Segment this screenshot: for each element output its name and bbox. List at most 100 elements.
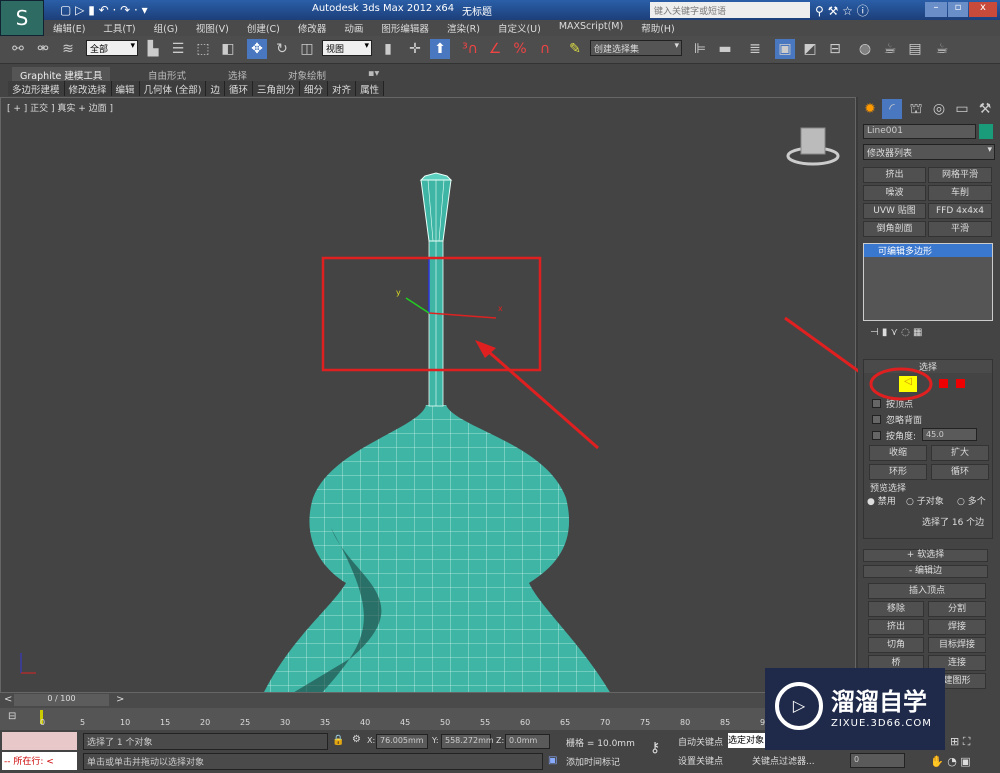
preview-disabled-radio[interactable]: ● 禁用: [867, 494, 896, 507]
align-icon[interactable]: ▬: [715, 39, 735, 59]
element-mode-icon[interactable]: [956, 379, 965, 388]
menu-modifiers[interactable]: 修改器: [289, 20, 336, 36]
mod-extrude-button[interactable]: 挤出: [863, 167, 926, 183]
hierarchy-tab-icon[interactable]: ⛫: [906, 99, 926, 119]
select-by-name-icon[interactable]: ☰: [168, 39, 188, 59]
subtab-properties[interactable]: 属性: [356, 81, 385, 96]
y-coord[interactable]: 558.272mm: [441, 734, 494, 749]
front-viewport[interactable]: [ + ] 正交 ] 真实 + 边面 ] y x: [0, 97, 856, 693]
link-icon[interactable]: ⚯: [8, 39, 28, 59]
keyboard-shortcut-icon[interactable]: ⬆: [430, 39, 450, 59]
search-input[interactable]: 键入关键字或短语: [650, 2, 810, 18]
tab-graphite[interactable]: Graphite 建模工具: [12, 67, 111, 82]
next-frame-icon[interactable]: >: [116, 694, 124, 705]
subtab-align[interactable]: 对齐: [328, 81, 357, 96]
mod-meshsmooth-button[interactable]: 网格平滑: [928, 167, 992, 183]
extrude-button[interactable]: 挤出: [868, 619, 924, 635]
spinner-snap-icon[interactable]: ∩: [535, 39, 555, 59]
menu-maxscript[interactable]: MAXScript(M): [550, 20, 632, 36]
display-tab-icon[interactable]: ▭: [952, 99, 972, 119]
tab-selection[interactable]: 选择: [220, 67, 255, 82]
stack-tools-icons[interactable]: ⊣ ▮ ⋎ ◌ ▦: [870, 327, 922, 338]
menu-tools[interactable]: 工具(T): [94, 20, 144, 36]
mod-bevel-profile-button[interactable]: 倒角剖面: [863, 221, 926, 237]
prev-frame-icon[interactable]: <: [4, 694, 12, 705]
unlink-icon[interactable]: ⚮: [33, 39, 53, 59]
motion-tab-icon[interactable]: ◎: [929, 99, 949, 119]
absolute-mode-icon[interactable]: ⚙: [352, 734, 361, 745]
rendered-frame-icon[interactable]: ▤: [905, 39, 925, 59]
schematic-view-icon[interactable]: ⊟: [825, 39, 845, 59]
snap-toggle-icon[interactable]: ³∩: [460, 39, 480, 59]
menu-graph-editors[interactable]: 图形编辑器: [372, 20, 438, 36]
soft-selection-rollout[interactable]: + 软选择: [863, 549, 988, 562]
quick-access-icons[interactable]: ▢ ▷ ▮ ↶ · ↷ · ▾: [60, 3, 148, 17]
target-weld-button[interactable]: 目标焊接: [928, 637, 986, 653]
material-editor-icon[interactable]: ◍: [855, 39, 875, 59]
modifier-list-dropdown[interactable]: 修改器列表: [863, 144, 995, 160]
named-selection-dropdown[interactable]: 创建选择集: [590, 40, 682, 56]
ref-coord-dropdown[interactable]: 视图: [322, 40, 372, 56]
add-time-tag[interactable]: 添加时间标记: [566, 755, 620, 768]
help-tools-icons[interactable]: ⚲ ⚒ ☆ ⓘ: [815, 2, 869, 19]
menu-rendering[interactable]: 渲染(R): [438, 20, 489, 36]
pivot-icon[interactable]: ▮: [378, 39, 398, 59]
menu-edit[interactable]: 编辑(E): [44, 20, 94, 36]
loop-button[interactable]: 循环: [931, 464, 989, 480]
menu-customize[interactable]: 自定义(U): [489, 20, 550, 36]
ring-button[interactable]: 环形: [869, 464, 927, 480]
by-angle-checkbox[interactable]: [872, 431, 881, 440]
bind-space-warp-icon[interactable]: ≋: [58, 39, 78, 59]
edit-edges-rollout[interactable]: - 编辑边: [863, 565, 988, 578]
curve-editor-icon[interactable]: ◩: [800, 39, 820, 59]
set-key-icon[interactable]: ⚷: [650, 740, 660, 756]
x-coord[interactable]: 76.005mm: [376, 734, 428, 749]
script-line[interactable]: -- 所在行: <: [2, 752, 77, 770]
rotate-icon[interactable]: ↻: [272, 39, 292, 59]
weld-button[interactable]: 焊接: [928, 619, 986, 635]
mini-curve-icon[interactable]: ⊟: [8, 711, 16, 722]
mod-ffd-button[interactable]: FFD 4x4x4: [928, 203, 992, 219]
time-slider-thumb[interactable]: 0 / 100: [14, 694, 109, 706]
preview-multi-radio[interactable]: ○ 多个: [957, 494, 986, 507]
create-tab-icon[interactable]: ✹: [860, 99, 880, 119]
move-icon[interactable]: ✥: [247, 39, 267, 59]
subtab-tris[interactable]: 三角剖分: [253, 81, 301, 96]
maxscript-listener[interactable]: [2, 732, 77, 750]
split-button[interactable]: 分割: [928, 601, 986, 617]
window-crossing-icon[interactable]: ◧: [218, 39, 238, 59]
mirror-icon[interactable]: ⊫: [690, 39, 710, 59]
close-button[interactable]: x: [969, 2, 997, 17]
select-object-icon[interactable]: ▙: [143, 39, 163, 59]
lock-icon[interactable]: 🔒: [332, 735, 344, 746]
time-slider[interactable]: < 0 / 100 >: [0, 693, 856, 708]
subtab-loops[interactable]: 循环: [225, 81, 254, 96]
render-icon[interactable]: ☕: [932, 39, 952, 59]
preview-subobject-radio[interactable]: ○ 子对象: [906, 494, 944, 507]
shrink-button[interactable]: 收缩: [869, 445, 927, 461]
current-frame-input[interactable]: 0: [850, 753, 905, 768]
subtab-subdivision[interactable]: 细分: [300, 81, 329, 96]
graphite-toggle-icon[interactable]: ▣: [775, 39, 795, 59]
maximize-button[interactable]: ▫: [948, 2, 968, 17]
utilities-tab-icon[interactable]: ⚒: [975, 99, 995, 119]
layer-manager-icon[interactable]: ≣: [745, 39, 765, 59]
mod-uvw-button[interactable]: UVW 贴图: [863, 203, 926, 219]
subtab-poly-modeling[interactable]: 多边形建模: [8, 81, 65, 96]
menu-views[interactable]: 视图(V): [187, 20, 238, 36]
time-tag-icon[interactable]: ▣: [548, 755, 557, 766]
insert-vertex-button[interactable]: 插入顶点: [868, 583, 986, 599]
pan-orbit-icons[interactable]: ✋ ◔ ▣: [930, 755, 971, 768]
render-setup-icon[interactable]: ☕: [880, 39, 900, 59]
object-name-input[interactable]: Line001: [863, 124, 976, 139]
app-logo[interactable]: S: [0, 0, 44, 36]
viewport-nav-icons[interactable]: ⊞ ⛶: [950, 735, 970, 749]
key-set-dropdown[interactable]: 选定对象: [728, 733, 768, 748]
subtab-edges[interactable]: 边: [206, 81, 225, 96]
object-color-swatch[interactable]: [979, 124, 993, 139]
tab-freeform[interactable]: 自由形式: [140, 67, 194, 82]
scale-icon[interactable]: ◫: [297, 39, 317, 59]
chamfer-button[interactable]: 切角: [868, 637, 924, 653]
angle-input[interactable]: 45.0: [922, 428, 977, 441]
mod-smooth-button[interactable]: 平滑: [928, 221, 992, 237]
